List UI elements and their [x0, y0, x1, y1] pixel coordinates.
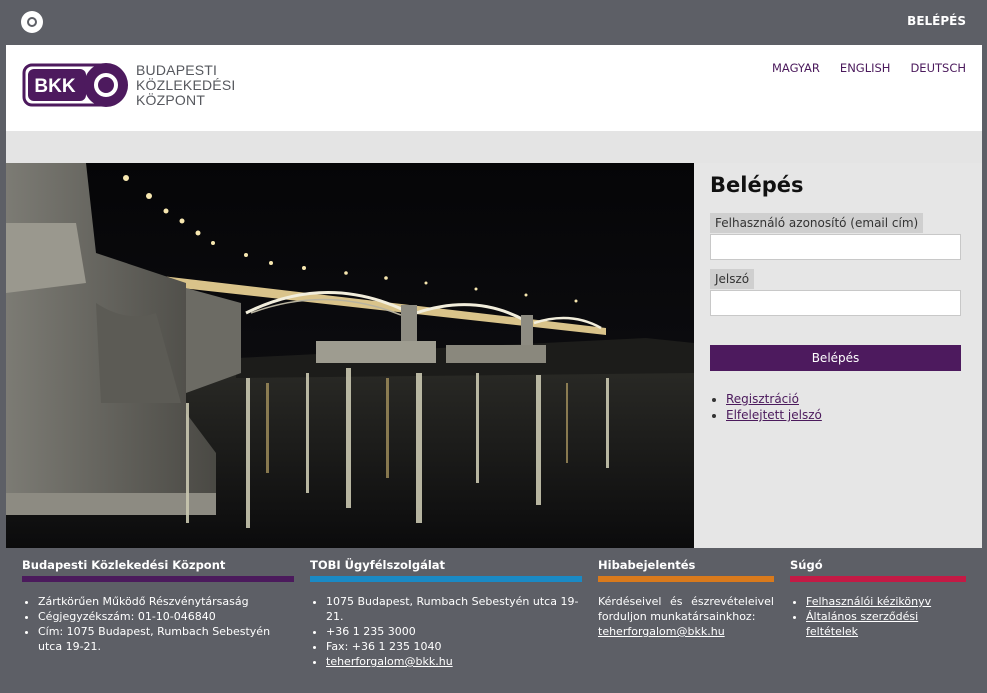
footer-company: Budapesti Közlekedési Központ Zártkörűen…: [22, 558, 294, 654]
top-login-link[interactable]: BELÉPÉS: [907, 14, 966, 28]
bridge-night-photo: [6, 163, 694, 548]
sub-bar: [6, 131, 982, 163]
list-item: Általános szerződési feltételek: [806, 609, 966, 639]
lang-magyar[interactable]: MAGYAR: [772, 61, 820, 75]
list-item: Zártkörűen Működő Részvénytársaság: [38, 594, 294, 609]
footer-help-list: Felhasználói kézikönyv Általános szerződ…: [790, 594, 966, 639]
page: BELÉPÉS BKK BUDAPESTI KÖZLEKEDÉSI KÖZPON…: [6, 0, 982, 693]
org-name-line-1: BUDAPESTI: [136, 62, 218, 78]
footer-company-title: Budapesti Közlekedési Központ: [22, 558, 226, 572]
bkk-logo[interactable]: BKK: [22, 59, 130, 111]
site-footer: Budapesti Közlekedési Központ Zártkörűen…: [6, 548, 982, 693]
list-item: Felhasználói kézikönyv: [806, 594, 966, 609]
login-panel: Belépés Felhasználó azonosító (email cím…: [694, 163, 982, 548]
username-input[interactable]: [710, 234, 961, 260]
list-item: Elfelejtett jelszó: [726, 407, 822, 423]
username-label: Felhasználó azonosító (email cím): [710, 213, 924, 233]
site-header: BKK BUDAPESTI KÖZLEKEDÉSI KÖZPONT MAGYAR…: [6, 45, 982, 131]
footer-customer-service-title: TOBI Ügyfélszolgálat: [310, 558, 446, 572]
password-label: Jelszó: [710, 269, 755, 289]
footer-customer-service: TOBI Ügyfélszolgálat 1075 Budapest, Rumb…: [310, 558, 582, 669]
footer-error-report-message: Kérdéseivel és észrevételeivel forduljon…: [598, 595, 774, 623]
password-input[interactable]: [710, 290, 961, 316]
org-name: BUDAPESTI KÖZLEKEDÉSI KÖZPONT: [136, 63, 235, 108]
login-links: Regisztráció Elfelejtett jelszó: [710, 391, 822, 423]
list-item: teherforgalom@bkk.hu: [326, 654, 582, 669]
login-button[interactable]: Belépés: [710, 345, 961, 371]
logo-text: BKK: [34, 76, 75, 97]
language-switcher: MAGYAR ENGLISH DEUTSCH: [772, 61, 966, 75]
user-manual-link[interactable]: Felhasználói kézikönyv: [806, 595, 931, 608]
footer-error-report-bar: [598, 576, 774, 582]
footer-company-bar: [22, 576, 294, 582]
lang-english[interactable]: ENGLISH: [840, 61, 891, 75]
footer-customer-service-bar: [310, 576, 582, 582]
list-item: 1075 Budapest, Rumbach Sebestyén utca 19…: [326, 594, 582, 624]
hero-image: [6, 163, 694, 548]
customer-service-email-link[interactable]: teherforgalom@bkk.hu: [326, 655, 453, 668]
org-name-line-2: KÖZLEKEDÉSI: [136, 77, 236, 93]
footer-error-report-text: Kérdéseivel és észrevételeivel forduljon…: [598, 594, 774, 639]
list-item: +36 1 235 3000: [326, 624, 582, 639]
footer-help-title: Súgó: [790, 558, 823, 572]
top-bar: BELÉPÉS: [6, 0, 982, 45]
error-report-email-link[interactable]: teherforgalom@bkk.hu: [598, 625, 725, 638]
footer-help-bar: [790, 576, 966, 582]
footer-customer-service-list: 1075 Budapest, Rumbach Sebestyén utca 19…: [310, 594, 582, 669]
footer-error-report: Hibabejelentés Kérdéseivel és észrevétel…: [598, 558, 774, 639]
login-title: Belépés: [710, 173, 804, 197]
list-item: Cím: 1075 Budapest, Rumbach Sebestyén ut…: [38, 624, 294, 654]
footer-help: Súgó Felhasználói kézikönyv Általános sz…: [790, 558, 966, 639]
org-name-line-3: KÖZPONT: [136, 92, 206, 108]
footer-error-report-title: Hibabejelentés: [598, 558, 696, 572]
register-link[interactable]: Regisztráció: [726, 392, 799, 406]
footer-company-list: Zártkörűen Működő Részvénytársaság Cégje…: [22, 594, 294, 654]
list-item: Cégjegyzékszám: 01-10-046840: [38, 609, 294, 624]
lang-deutsch[interactable]: DEUTSCH: [910, 61, 966, 75]
terms-link[interactable]: Általános szerződési feltételek: [806, 610, 918, 638]
list-item: Regisztráció: [726, 391, 822, 407]
bkk-circle-icon[interactable]: [21, 11, 43, 33]
forgot-password-link[interactable]: Elfelejtett jelszó: [726, 408, 822, 422]
list-item: Fax: +36 1 235 1040: [326, 639, 582, 654]
